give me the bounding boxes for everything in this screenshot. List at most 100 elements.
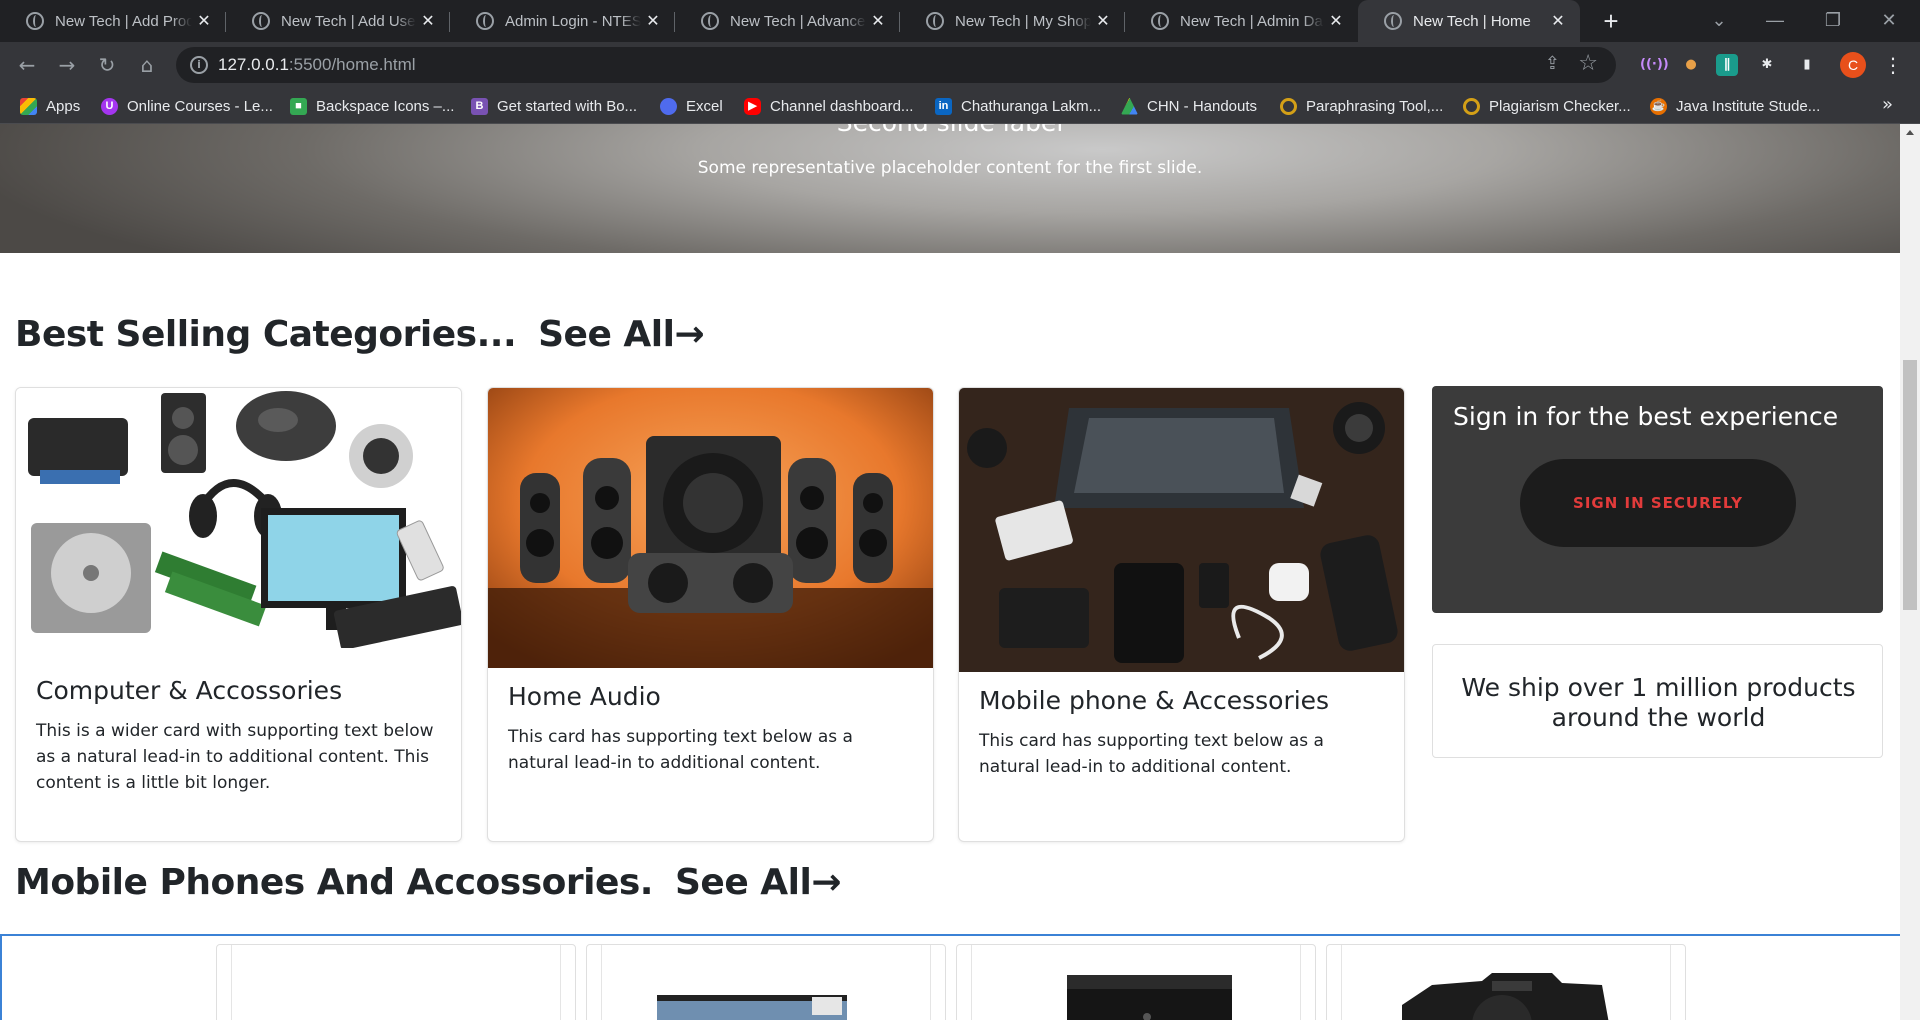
bookmark-label: Chathuranga Lakm... (961, 97, 1102, 115)
globe-icon (701, 12, 719, 30)
browser-tab[interactable]: New Tech | My Shopping ✕ (900, 0, 1125, 42)
close-tab-icon[interactable]: ✕ (192, 11, 216, 31)
bookmark-item[interactable]: U Online Courses - Le... (101, 96, 273, 116)
category-card[interactable]: Home Audio This card has supporting text… (487, 387, 934, 842)
browser-tab[interactable]: New Tech | Add User ✕ (226, 0, 450, 42)
bookmark-item[interactable]: B Get started with Bo... (471, 96, 637, 116)
browser-tab[interactable]: New Tech | Admin Dashboard ✕ (1125, 0, 1358, 42)
category-card[interactable]: Mobile phone & Accessories This card has… (958, 387, 1405, 842)
back-icon[interactable]: ← (12, 50, 42, 80)
see-all-link[interactable]: See All→ (538, 314, 705, 355)
product-card[interactable] (586, 944, 946, 1020)
bookmark-item[interactable]: CHN - Handouts (1121, 96, 1257, 116)
bookmark-item[interactable]: Excel (660, 96, 723, 116)
restore-icon[interactable]: ❐ (1810, 0, 1856, 42)
linkedin-icon: in (935, 97, 952, 115)
section-title: Mobile Phones And Accossories. (15, 862, 653, 903)
browser-toolbar: ← → ↻ ⌂ i 127.0.0.1:5500/home.html ⇪ ☆ (… (0, 42, 1920, 88)
product-card[interactable] (1326, 944, 1686, 1020)
url-host: 127.0.0.1 (218, 55, 289, 74)
tab-title: New Tech | Home (1413, 12, 1531, 30)
camera-image (1402, 973, 1609, 1020)
computer-accessories-image (16, 388, 461, 648)
extension-icon[interactable]: ∥ (1716, 54, 1738, 76)
extension-icon[interactable]: ((·)) (1640, 54, 1669, 76)
bootstrap-icon: B (471, 97, 488, 115)
see-all-link[interactable]: See All→ (675, 862, 842, 903)
home-audio-image (488, 388, 933, 668)
bookmark-item[interactable]: Apps (20, 96, 80, 116)
side-panel-icon[interactable]: ▮ (1796, 54, 1818, 76)
card-text: This card has supporting text below as a… (979, 731, 1324, 777)
scrollbar-thumb[interactable] (1903, 360, 1917, 610)
backspace-icon: ■ (290, 97, 307, 115)
best-selling-heading: Best Selling Categories... See All→ (15, 314, 705, 355)
product-carousel (0, 934, 1900, 1020)
tab-title: Admin Login - NTESHOP (505, 12, 641, 30)
close-tab-icon[interactable]: ✕ (1324, 11, 1348, 31)
card-title: Home Audio (508, 682, 661, 711)
bookmark-item[interactable]: Plagiarism Checker... (1463, 96, 1631, 116)
globe-icon (476, 12, 494, 30)
extensions-puzzle-icon[interactable]: ✱ (1756, 54, 1778, 76)
bookmark-item[interactable]: Paraphrasing Tool,... (1280, 96, 1443, 116)
bookmark-label: Backspace Icons –... (316, 97, 455, 115)
search-tool-icon (1280, 97, 1297, 115)
bookmark-star-icon[interactable]: ☆ (1578, 51, 1598, 76)
search-tool-icon (1463, 97, 1480, 115)
browser-tab[interactable]: New Tech | Advance Search ✕ (675, 0, 900, 42)
url-text[interactable]: 127.0.0.1:5500/home.html (218, 55, 416, 75)
globe-icon (1151, 12, 1169, 30)
address-bar[interactable]: i 127.0.0.1:5500/home.html ⇪ ☆ (176, 47, 1616, 83)
cookie-extension-icon[interactable]: ● (1680, 54, 1702, 76)
shipping-text: We ship over 1 million products around t… (1461, 673, 1856, 732)
shipping-info-box: We ship over 1 million products around t… (1432, 644, 1883, 758)
browser-tab[interactable]: Admin Login - NTESHOP ✕ (450, 0, 675, 42)
product-card[interactable] (216, 944, 576, 1020)
category-card[interactable]: Computer & Accossories This is a wider c… (15, 387, 462, 842)
bookmark-item[interactable]: ■ Backspace Icons –... (290, 96, 454, 116)
globe-icon (926, 12, 944, 30)
browser-tab-active[interactable]: New Tech | Home ✕ (1358, 0, 1580, 42)
close-tab-icon[interactable]: ✕ (1546, 11, 1570, 31)
globe-icon (252, 12, 270, 30)
minimize-icon[interactable]: — (1752, 0, 1798, 42)
signin-promo-box: Sign in for the best experience SIGN IN … (1432, 386, 1883, 613)
close-window-icon[interactable]: ✕ (1866, 0, 1912, 42)
close-tab-icon[interactable]: ✕ (416, 11, 440, 31)
bookmark-item[interactable]: ☕ Java Institute Stude... (1650, 96, 1820, 116)
mobile-phones-heading: Mobile Phones And Accossories. See All→ (15, 862, 841, 903)
globe-icon (1384, 12, 1402, 30)
browser-tab[interactable]: New Tech | Add Product ✕ (0, 0, 226, 42)
reload-icon[interactable]: ↻ (92, 50, 122, 80)
close-tab-icon[interactable]: ✕ (866, 11, 890, 31)
more-bookmarks-icon[interactable]: » (1882, 94, 1893, 115)
card-text: This card has supporting text below as a… (508, 727, 853, 773)
card-title: Computer & Accossories (36, 676, 343, 705)
globe-icon (26, 12, 44, 30)
menu-kebab-icon[interactable]: ⋮ (1878, 50, 1908, 80)
bookmark-item[interactable]: ▶ Channel dashboard... (744, 96, 913, 116)
laptop-image (657, 995, 847, 1020)
close-tab-icon[interactable]: ✕ (1091, 11, 1115, 31)
new-tab-button[interactable]: + (1596, 6, 1626, 36)
tab-title: New Tech | Advance Search (730, 12, 866, 30)
sign-in-securely-button[interactable]: SIGN IN SECURELY (1520, 459, 1796, 547)
bookmark-label: Plagiarism Checker... (1489, 97, 1631, 115)
bookmarks-bar: Apps U Online Courses - Le... ■ Backspace … (0, 88, 1920, 124)
product-card[interactable] (956, 944, 1316, 1020)
product-image-frame (1341, 945, 1671, 1020)
forward-icon[interactable]: → (52, 50, 82, 80)
scroll-up-arrow-icon[interactable] (1906, 130, 1914, 135)
close-tab-icon[interactable]: ✕ (641, 11, 665, 31)
tab-title: New Tech | Add Product (55, 12, 192, 30)
share-icon[interactable]: ⇪ (1545, 53, 1560, 74)
page-scrollbar[interactable] (1900, 124, 1920, 1020)
home-icon[interactable]: ⌂ (132, 50, 162, 80)
site-info-icon[interactable]: i (190, 56, 208, 74)
profile-avatar[interactable]: C (1840, 52, 1866, 78)
tab-search-icon[interactable]: ⌄ (1696, 0, 1742, 42)
mobile-accessories-image (959, 388, 1404, 672)
tab-title: New Tech | My Shopping (955, 12, 1091, 30)
bookmark-item[interactable]: in Chathuranga Lakm... (935, 96, 1101, 116)
